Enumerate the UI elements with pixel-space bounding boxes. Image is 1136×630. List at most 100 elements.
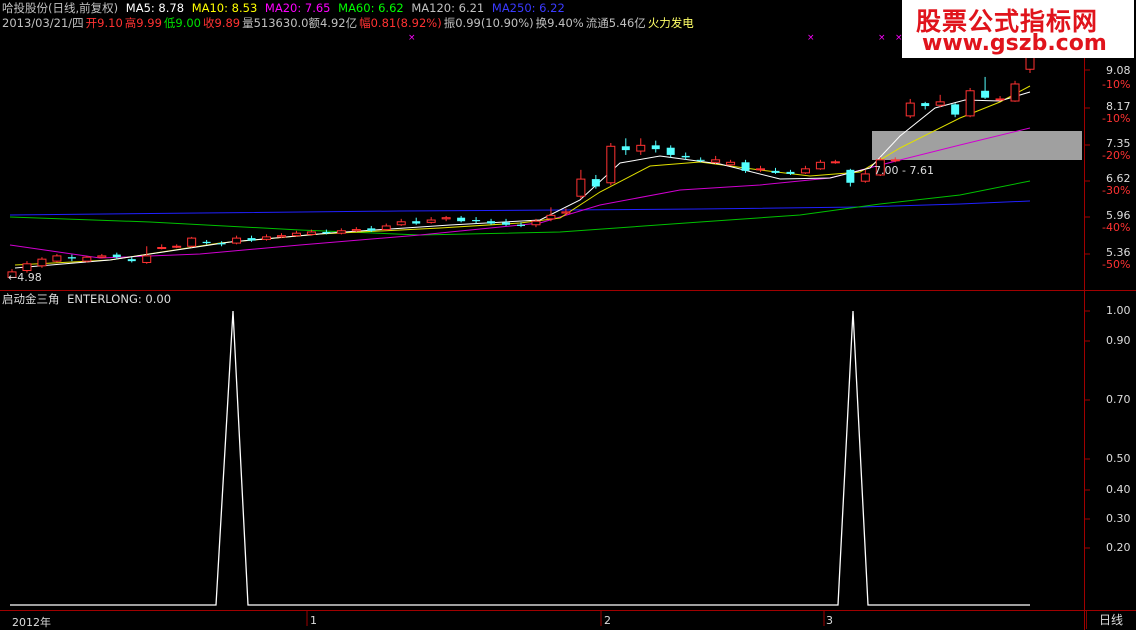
- candle-body: [127, 259, 136, 262]
- candle-body: [367, 228, 376, 231]
- candle-body: [457, 217, 466, 222]
- candle-body: [472, 220, 481, 222]
- candle-body: [187, 237, 197, 247]
- enterlong-series: [10, 310, 1030, 606]
- candle-body: [951, 104, 960, 115]
- candle-body: [82, 256, 92, 262]
- time-label-mar: 3: [826, 614, 833, 627]
- candle-body: [591, 179, 600, 187]
- candle-body: [651, 145, 660, 150]
- candle-body: [306, 231, 316, 235]
- candle-body: [711, 159, 721, 163]
- candle-body: [995, 98, 1005, 101]
- candle-body: [112, 254, 121, 258]
- candle-body: [666, 147, 675, 155]
- candle-body: [291, 232, 301, 237]
- pct-tick: -50%: [1102, 258, 1131, 271]
- candle-body: [487, 221, 496, 224]
- candle-body: [67, 257, 76, 259]
- candle-body: [426, 219, 436, 223]
- pct-tick: -20%: [1102, 149, 1131, 162]
- pct-tick: -10%: [1102, 78, 1131, 91]
- candle-body: [905, 102, 915, 117]
- candle-body: [890, 159, 900, 162]
- candle-body: [1010, 83, 1020, 102]
- candle-body: [696, 159, 705, 161]
- time-label-feb: 2: [604, 614, 611, 627]
- signal-marks: × × × ×: [408, 33, 903, 43]
- indicator-tick: 0.20: [1106, 541, 1131, 554]
- candle-body: [771, 170, 780, 173]
- time-label-jan: 1: [310, 614, 317, 627]
- candle-body: [172, 245, 182, 248]
- candle-body: [22, 263, 32, 272]
- candle-body: [621, 146, 630, 151]
- candle-body: [815, 161, 825, 170]
- candle-body: [157, 247, 167, 250]
- pct-tick: -10%: [1102, 112, 1131, 125]
- candle-body: [351, 229, 361, 232]
- signal-mark-icon: ×: [408, 33, 416, 43]
- candle-body: [441, 217, 451, 220]
- candle-body: [202, 241, 211, 244]
- candle-body: [561, 211, 571, 214]
- price-range-box: [872, 131, 1082, 160]
- signal-mark-icon: ×: [807, 33, 815, 43]
- candle-body: [52, 255, 62, 262]
- moving-average-lines: [9, 85, 1031, 269]
- indicator-tick: 0.90: [1106, 334, 1131, 347]
- indicator-tick: 0.70: [1106, 393, 1131, 406]
- candle-body: [860, 173, 870, 182]
- candle-body: [546, 214, 556, 220]
- candle-body: [232, 237, 242, 244]
- candle-body: [965, 90, 975, 117]
- candle-body: [247, 238, 256, 241]
- tab-daily[interactable]: 日线: [1086, 611, 1135, 629]
- candle-body: [97, 255, 107, 258]
- indicator-header: 启动金三角 ENTERLONG: 0.00: [2, 292, 175, 306]
- candle-body: [531, 220, 541, 226]
- candle-body: [846, 169, 855, 183]
- indicator-value: ENTERLONG: 0.00: [67, 292, 172, 306]
- indicator-tick: 0.50: [1106, 452, 1131, 465]
- candle-body: [981, 90, 990, 98]
- indicator-title: 启动金三角: [2, 292, 60, 306]
- candle-body: [756, 168, 766, 171]
- candle-body: [322, 231, 331, 234]
- candle-body: [726, 161, 736, 166]
- pct-tick: -30%: [1102, 184, 1131, 197]
- candle-body: [935, 101, 945, 106]
- indicator-tick: 1.00: [1106, 304, 1131, 317]
- candle-body: [606, 145, 616, 184]
- candle-body: [800, 168, 810, 174]
- ma60-line: [9, 180, 1031, 236]
- price-range-label: 7.00 - 7.61: [874, 164, 934, 177]
- candle-body: [381, 225, 391, 231]
- candle-body: [786, 171, 795, 174]
- candle-body: [217, 243, 226, 245]
- candle-body: [396, 221, 406, 226]
- candle-body: [262, 236, 271, 240]
- indicator-tick: 0.30: [1106, 512, 1131, 525]
- candle-body: [921, 103, 930, 107]
- low-price-marker: ←4.98: [8, 271, 42, 284]
- candle-body: [741, 162, 750, 171]
- pct-tick: -40%: [1102, 221, 1131, 234]
- watermark-logo: 股票公式指标网 www.gszb.com: [902, 0, 1134, 58]
- ma5-line: [14, 91, 1031, 269]
- candle-body: [142, 255, 152, 263]
- time-label-year: 2012年: [12, 616, 51, 629]
- candle-body: [517, 224, 525, 226]
- chart-canvas: × × × ×: [0, 30, 1136, 630]
- candle-body: [276, 235, 286, 238]
- candle-body: [336, 230, 346, 234]
- watermark-url: www.gszb.com: [922, 31, 1107, 56]
- candle-body: [502, 222, 511, 225]
- candle-body: [576, 178, 586, 197]
- candle-body: [681, 155, 690, 158]
- signal-mark-icon: ×: [878, 33, 886, 43]
- ma250-line: [9, 200, 1031, 216]
- candle-body: [37, 258, 47, 267]
- indicator-tick: 0.40: [1106, 483, 1131, 496]
- candle-body: [636, 144, 646, 152]
